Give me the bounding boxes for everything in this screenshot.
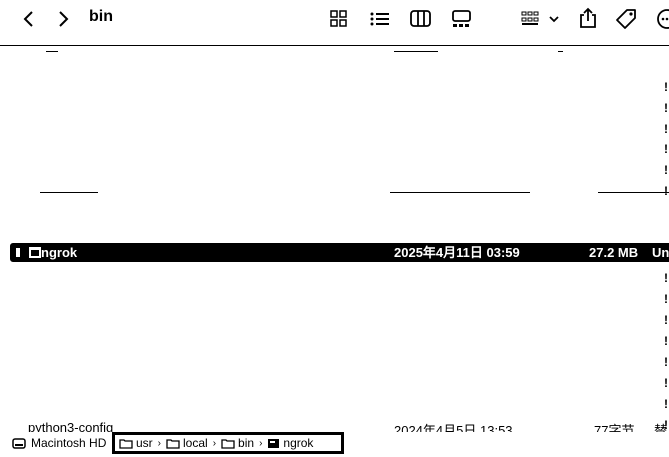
- group-button[interactable]: [520, 9, 560, 29]
- hard-disk-icon: [12, 438, 26, 449]
- column-view-icon: [410, 10, 431, 27]
- share-icon: [580, 7, 596, 28]
- back-button[interactable]: [18, 9, 38, 29]
- path-bar: Macintosh HD usr › local › bin › ngrok: [0, 432, 669, 457]
- kind-column-fragment: !: [664, 313, 668, 327]
- kind-column-fragment: !: [664, 292, 668, 306]
- file-name: ngrok: [41, 245, 78, 260]
- more-button[interactable]: [656, 8, 669, 30]
- path-crumb-local[interactable]: local: [166, 436, 208, 450]
- row-divider: [40, 192, 98, 193]
- row-divider: [390, 192, 530, 193]
- kind-column-fragment: !: [664, 376, 668, 390]
- gallery-view-icon: [452, 10, 471, 27]
- path-crumbs: usr › local › bin › ngrok: [112, 432, 344, 454]
- kind-column-fragment: !: [664, 80, 668, 94]
- header-fragment: [46, 51, 58, 52]
- file-row-selected[interactable]: ngrok 2025年4月11日 03:59 27.2 MB Un: [10, 243, 669, 262]
- file-list[interactable]: ! ! ! ! ! ! ngrok 2025年4月11日 03:59 27.2 …: [0, 46, 669, 456]
- icon-view-icon: [330, 10, 347, 27]
- file-date: 2025年4月11日 03:59: [394, 245, 520, 260]
- path-crumb-ngrok[interactable]: ngrok: [267, 436, 313, 450]
- executable-icon: [268, 438, 280, 448]
- path-crumb-label: local: [183, 436, 208, 450]
- kind-column-fragment: !: [664, 334, 668, 348]
- kind-column-fragment: !: [664, 397, 668, 411]
- icon-view-button[interactable]: [329, 9, 349, 29]
- file-kind: Un: [652, 245, 669, 260]
- folder-icon: [166, 438, 180, 449]
- executable-icon: [29, 247, 41, 258]
- kind-column-fragment: !: [664, 184, 668, 198]
- column-view-button[interactable]: [410, 9, 432, 29]
- window-title: bin: [89, 8, 113, 25]
- group-icon: [521, 11, 559, 25]
- path-crumb-label: usr: [136, 436, 153, 450]
- path-disk-label: Macintosh HD: [31, 436, 107, 450]
- list-view-icon: [370, 12, 389, 26]
- chevron-right-icon: ›: [157, 437, 162, 449]
- path-crumb-bin[interactable]: bin: [221, 436, 254, 450]
- path-crumb-label: bin: [238, 436, 255, 450]
- gallery-view-button[interactable]: [451, 9, 473, 29]
- tag-button[interactable]: [615, 8, 637, 30]
- header-fragment: [394, 51, 438, 52]
- path-crumb-usr[interactable]: usr: [119, 436, 153, 450]
- header-fragment: [558, 51, 563, 52]
- kind-column-fragment: !: [664, 271, 668, 285]
- chevron-right-icon: ›: [259, 437, 263, 449]
- kind-column-fragment: !: [664, 122, 668, 136]
- folder-icon: [119, 438, 133, 449]
- chevron-left-icon: [23, 11, 33, 27]
- chevron-right-icon: ›: [212, 437, 217, 449]
- kind-column-fragment: !: [664, 163, 668, 177]
- more-icon: [657, 9, 669, 29]
- row-divider: [598, 192, 669, 193]
- share-button[interactable]: [578, 7, 598, 29]
- toolbar: bin: [0, 0, 669, 44]
- file-size: 27.2 MB: [589, 245, 639, 260]
- folder-icon: [221, 438, 235, 449]
- disclosure-icon[interactable]: [16, 248, 20, 257]
- kind-column-fragment: !: [664, 355, 668, 369]
- kind-column-fragment: !: [664, 101, 668, 115]
- path-crumb-label: ngrok: [283, 436, 314, 450]
- tag-icon: [616, 9, 636, 29]
- path-disk[interactable]: Macintosh HD: [12, 436, 106, 450]
- forward-button[interactable]: [54, 9, 74, 29]
- kind-column-fragment: !: [664, 142, 668, 156]
- list-view-button[interactable]: [370, 9, 390, 29]
- chevron-right-icon: [59, 11, 69, 27]
